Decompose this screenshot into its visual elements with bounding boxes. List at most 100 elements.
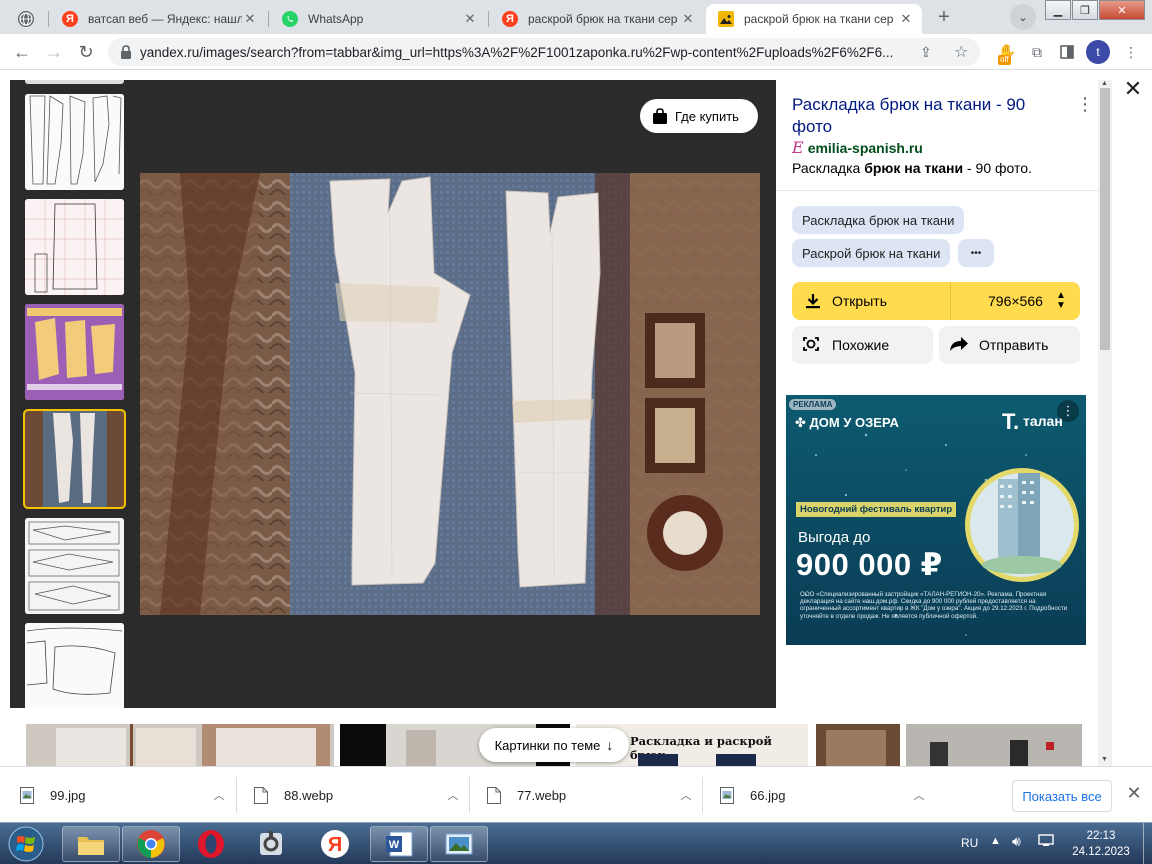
download-item[interactable]: 99.jpg ︿ xyxy=(0,767,232,823)
related-images-strip: Раскладка и раскрой брюк Картинки по тем… xyxy=(10,708,1098,766)
download-item[interactable]: 88.webp ︿ xyxy=(234,767,466,823)
thumbnail[interactable] xyxy=(25,304,124,400)
source-domain: emilia-spanish.ru xyxy=(807,139,923,156)
tab-whatsapp[interactable]: WhatsApp ✕ xyxy=(270,4,486,34)
pattern-thumbnail-image xyxy=(25,304,124,400)
close-icon: ✕ xyxy=(1117,4,1127,17)
taskbar-tool[interactable] xyxy=(242,826,300,862)
window-close-button[interactable]: ✕ xyxy=(1099,0,1145,20)
open-image-button[interactable]: Открыть 796×566 ▲ ▼ xyxy=(792,282,1080,320)
scroll-up-icon[interactable]: ▲ xyxy=(1101,80,1108,87)
forward-button[interactable]: → xyxy=(40,38,68,66)
reload-button[interactable]: ↻ xyxy=(72,38,100,66)
minimize-button[interactable]: ▁ xyxy=(1045,0,1071,20)
close-download-bar-button[interactable]: ✕ xyxy=(1124,783,1144,803)
thumbnail[interactable] xyxy=(25,623,124,708)
close-icon[interactable]: ✕ xyxy=(242,11,258,27)
close-viewer-button[interactable]: ✕ xyxy=(1122,78,1144,100)
related-images-button[interactable]: Картинки по теме ↓ xyxy=(479,728,629,762)
thumbnail[interactable] xyxy=(25,94,124,190)
yandex-icon: Я xyxy=(62,11,78,27)
more-tags-button[interactable]: ••• xyxy=(958,239,994,267)
ad-amount: 900 000 ₽ xyxy=(796,547,943,582)
thumbnail[interactable] xyxy=(25,80,124,84)
ad-brand-right: T. талан xyxy=(1002,409,1063,435)
back-button[interactable]: ← xyxy=(8,38,36,66)
description-highlight: брюк на ткани xyxy=(864,160,964,176)
profile-avatar[interactable]: t xyxy=(1086,40,1110,64)
related-thumbnail[interactable] xyxy=(906,724,1082,766)
settings-tool-icon xyxy=(260,831,282,855)
close-icon[interactable]: ✕ xyxy=(462,11,478,27)
tag-chip[interactable]: Раскладка брюк на ткани xyxy=(792,206,965,234)
source-link[interactable]: E emilia-spanish.ru xyxy=(792,138,923,157)
tab-search-pants[interactable]: Я раскрой брюк на ткани сер ✕ xyxy=(490,4,704,34)
network-icon[interactable] xyxy=(1038,833,1054,850)
related-thumbnail[interactable] xyxy=(816,724,900,766)
menu-button[interactable]: ⋮ xyxy=(1120,41,1142,63)
new-tab-button[interactable]: + xyxy=(930,3,958,31)
download-filename: 77.webp xyxy=(517,787,567,803)
taskbar-opera[interactable] xyxy=(182,826,240,862)
panel-scrollbar[interactable]: ▲ ▼ xyxy=(1098,80,1112,766)
language-indicator[interactable]: RU xyxy=(961,836,978,850)
clock[interactable]: 22:13 24.12.2023 xyxy=(1066,828,1136,860)
ad-legal-text: ООО «Специализированный застройщик «ТАЛА… xyxy=(800,591,1068,620)
chevron-up-icon[interactable]: ︿ xyxy=(906,787,932,803)
address-bar[interactable]: yandex.ru/images/search?from=tabbar&img_… xyxy=(108,38,980,66)
download-item[interactable]: 77.webp ︿ xyxy=(467,767,699,823)
system-tray: RU ▲ 🔊︎ 22:13 24.12.2023 xyxy=(950,823,1152,864)
chevron-up-icon[interactable]: ︿ xyxy=(440,787,466,803)
show-desktop-button[interactable] xyxy=(1143,823,1152,864)
taskbar-chrome[interactable] xyxy=(122,826,180,862)
ad-benefit-label: Выгода до xyxy=(798,529,871,546)
where-to-buy-button[interactable]: Где купить xyxy=(640,99,758,133)
extension-button[interactable]: ✋ off xyxy=(996,41,1018,65)
volume-icon[interactable]: 🔊︎ xyxy=(1012,833,1021,850)
image-title-link[interactable]: Раскладка брюк на ткани - 90 фото xyxy=(792,94,1062,138)
advertisement-banner[interactable]: РЕКЛАМА ✤ ДОМ У ОЗЕРА T. талан ⋮ Новогод… xyxy=(786,395,1086,645)
start-button[interactable] xyxy=(4,825,52,863)
extensions-button[interactable]: ⧉ xyxy=(1026,41,1048,63)
thumbnail[interactable] xyxy=(25,199,124,295)
word-icon: W xyxy=(386,831,413,857)
arrow-right-icon: → xyxy=(45,41,63,62)
opera-icon xyxy=(198,830,224,858)
scroll-down-icon[interactable]: ▼ xyxy=(1101,756,1108,763)
ad-menu-icon[interactable]: ⋮ xyxy=(1057,400,1079,422)
chevron-up-icon[interactable]: ︿ xyxy=(206,787,232,803)
taskbar-word[interactable]: W xyxy=(370,826,428,862)
download-bar: 99.jpg ︿ 88.webp ︿ 77.webp ︿ 66.jpg ︿ По… xyxy=(0,766,1152,822)
thumbnail[interactable] xyxy=(25,518,124,614)
chevron-up-icon[interactable]: ︿ xyxy=(673,787,699,803)
side-panel-button[interactable] xyxy=(1056,41,1078,63)
thumbnail-selected[interactable] xyxy=(23,409,126,509)
tab-search-whatsapp[interactable]: Я ватсап веб — Яндекс: нашло ✕ xyxy=(50,4,266,34)
tab-image-active[interactable]: раскрой брюк на ткани сер ✕ xyxy=(706,4,922,34)
whatsapp-icon xyxy=(282,11,298,27)
tray-expand-icon[interactable]: ▲ xyxy=(990,835,1001,847)
puzzle-icon: ⧉ xyxy=(1032,43,1042,60)
taskbar-yandex-browser[interactable]: Я xyxy=(306,826,364,862)
show-all-downloads-button[interactable]: Показать все xyxy=(1012,780,1112,812)
arrow-left-icon: ← xyxy=(13,41,31,62)
scrollbar-thumb[interactable] xyxy=(1100,88,1110,350)
star-icon[interactable]: ☆ xyxy=(954,42,968,62)
similar-button[interactable]: Похожие xyxy=(792,326,933,364)
kebab-menu-icon[interactable]: ⋮ xyxy=(1076,94,1094,116)
tab-search-button[interactable]: ⌄ xyxy=(1010,4,1036,30)
taskbar-photos[interactable] xyxy=(430,826,488,862)
tab-globe[interactable] xyxy=(6,4,46,34)
ad-festival-label: Новогодний фестиваль квартир xyxy=(796,502,957,517)
share-icon[interactable]: ⇪ xyxy=(920,44,932,61)
tag-chip[interactable]: Раскрой брюк на ткани xyxy=(792,239,951,267)
close-icon[interactable]: ✕ xyxy=(898,11,914,27)
tab-strip: Я ватсап веб — Яндекс: нашло ✕ WhatsApp … xyxy=(0,0,1152,34)
maximize-button[interactable]: ❐ xyxy=(1072,0,1098,20)
close-icon[interactable]: ✕ xyxy=(680,11,696,27)
share-button[interactable]: Отправить xyxy=(939,326,1080,364)
taskbar-explorer[interactable] xyxy=(62,826,120,862)
image-size-select[interactable]: 796×566 xyxy=(988,293,1043,309)
download-item[interactable]: 66.jpg ︿ xyxy=(700,767,932,823)
related-thumbnail[interactable] xyxy=(26,724,334,766)
